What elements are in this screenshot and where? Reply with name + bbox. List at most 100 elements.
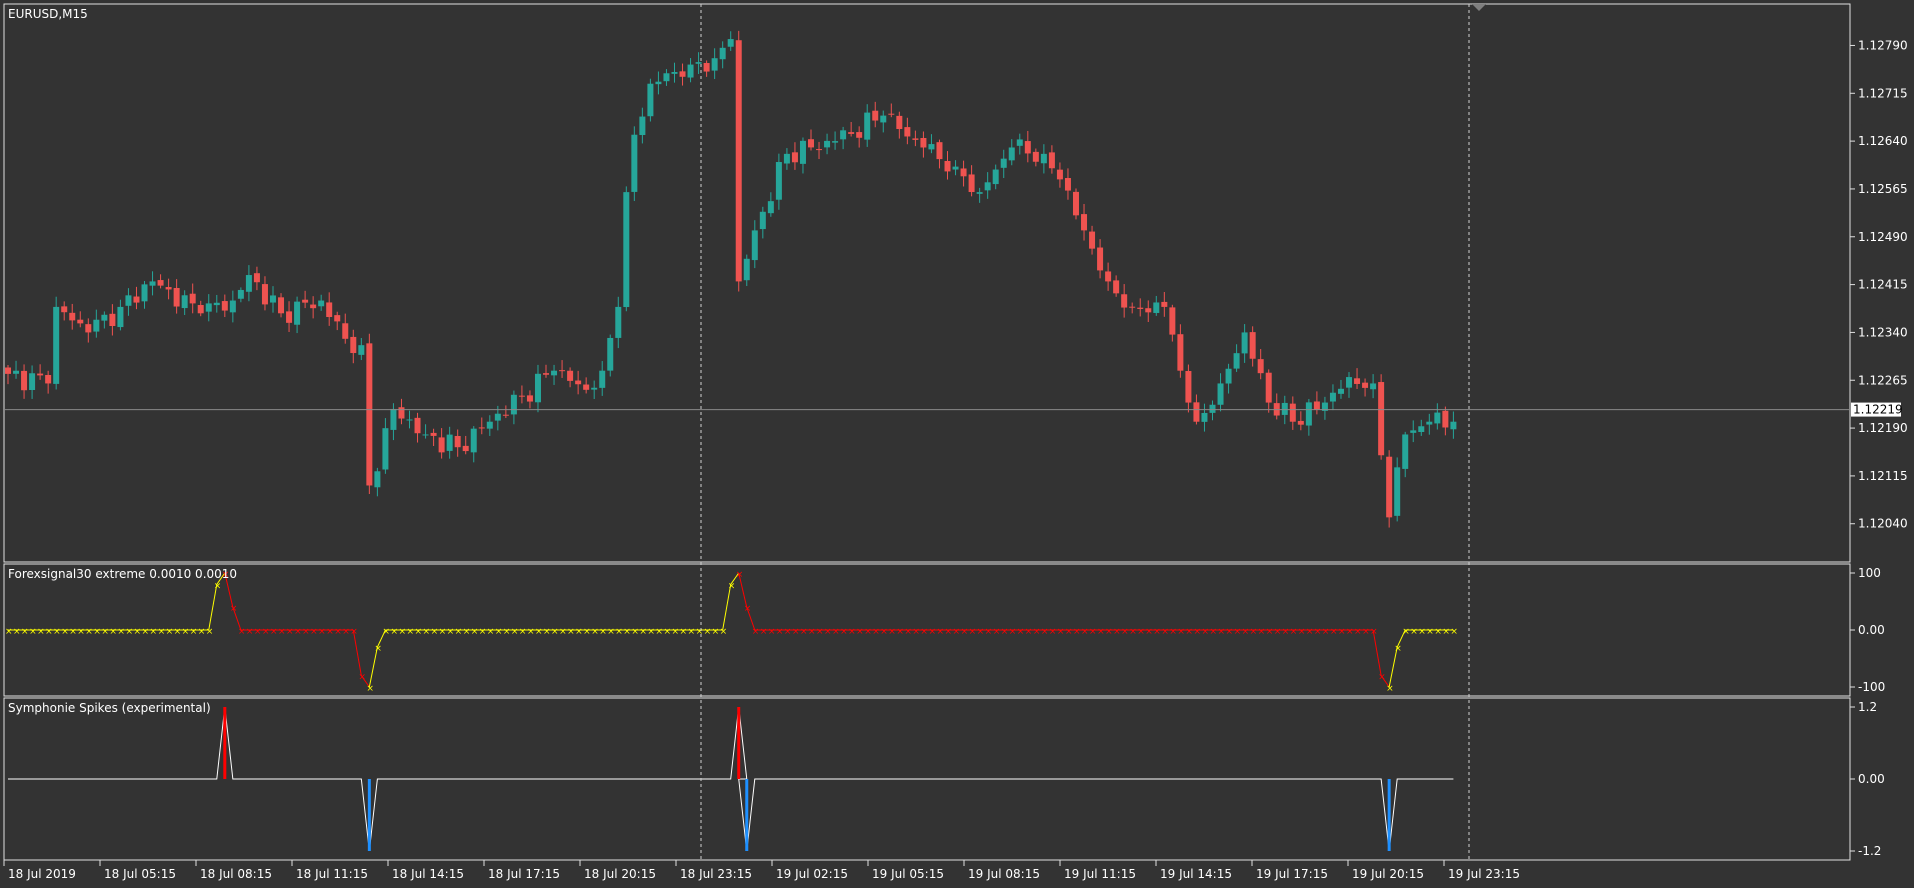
signal-point: × [655, 627, 663, 637]
signal-point: × [1065, 627, 1073, 637]
signal-point: × [920, 627, 928, 637]
candle-body [101, 314, 108, 321]
candle-body [1137, 307, 1144, 309]
candle-body [326, 302, 333, 318]
chart-background [0, 0, 1914, 888]
candle-body [1313, 401, 1320, 410]
signal-point: × [1121, 627, 1129, 637]
signal-point: × [784, 627, 792, 637]
candle-body [237, 289, 244, 299]
signal-point: × [511, 627, 519, 637]
price-tick-label: 1.12340 [1858, 325, 1908, 339]
indicator2-label: Symphonie Spikes (experimental) [8, 701, 211, 715]
candle-body [278, 297, 285, 314]
trading-chart[interactable]: × × × × × × × × × × × × × × × × × × × × × × × × × × × × × × × × × × × × × × × ×… [0, 0, 1914, 888]
signal-point: × [904, 627, 912, 637]
signal-point: × [1426, 627, 1434, 637]
candle-body [832, 141, 839, 143]
signal-point: × [61, 627, 69, 637]
candle-body [856, 132, 863, 138]
signal-point: × [985, 627, 993, 637]
signal-point: × [1145, 627, 1153, 637]
candle-body [286, 311, 293, 323]
signal-point: × [334, 627, 342, 637]
candle-body [1354, 378, 1361, 384]
signal-point: × [270, 627, 278, 637]
signal-point: × [150, 627, 158, 637]
signal-point: × [190, 627, 198, 637]
signal-point: × [326, 627, 334, 637]
signal-point: × [936, 627, 944, 637]
candle-body [992, 169, 999, 185]
candle-body [366, 343, 373, 486]
candle-body [543, 373, 550, 375]
candle-body [1402, 434, 1409, 469]
candle-body [583, 384, 590, 390]
signal-point: × [832, 627, 840, 637]
signal-point: × [1290, 627, 1298, 637]
candle-body [1217, 383, 1224, 405]
signal-point: × [1450, 627, 1458, 637]
signal-point: × [206, 627, 214, 637]
signal-point: × [680, 627, 688, 637]
candle-body [727, 39, 734, 47]
signal-point: × [880, 627, 888, 637]
signal-point: × [583, 627, 591, 637]
candle-body [663, 73, 670, 82]
candle-body [1161, 301, 1168, 307]
signal-point: × [358, 673, 366, 683]
price-tick-label: 1.12490 [1858, 230, 1908, 244]
candle-body [342, 323, 349, 339]
candle-body [928, 144, 935, 150]
candle-body [61, 306, 68, 313]
candle-body [904, 127, 911, 137]
chart-canvas[interactable]: × × × × × × × × × × × × × × × × × × × × × × × × × ××××× × × × × × × × × × ×… [0, 0, 1914, 888]
candle-body [1177, 334, 1184, 371]
price-tick-label: 1.12190 [1858, 421, 1908, 435]
candle-body [912, 138, 919, 140]
candle [647, 78, 654, 122]
candle-body [398, 407, 405, 419]
candle-body [1113, 280, 1120, 294]
candle-body [1064, 178, 1071, 191]
signal-point: × [1394, 644, 1402, 654]
signal-point: × [1370, 627, 1378, 637]
signal-point: × [961, 627, 969, 637]
candle-body [526, 395, 533, 402]
candle-body [213, 302, 220, 306]
candle-body [29, 373, 36, 390]
signal-point: × [1402, 627, 1410, 637]
candle-body [1249, 332, 1256, 359]
signal-point: × [5, 627, 13, 637]
signal-point: × [808, 627, 816, 637]
candle-body [952, 166, 959, 170]
candle-body [824, 140, 831, 148]
candle-body [149, 281, 156, 286]
indicator1-tick-label: 100 [1858, 566, 1881, 580]
signal-point: × [1442, 627, 1450, 637]
signal-point: × [1033, 627, 1041, 637]
candle-body [253, 273, 260, 283]
signal-point: × [800, 627, 808, 637]
candle-body [1129, 306, 1136, 308]
candle-body [968, 174, 975, 193]
candle-body [575, 380, 582, 385]
candle-body [117, 306, 124, 328]
signal-point: × [423, 627, 431, 637]
price-tick-label: 1.12640 [1858, 134, 1908, 148]
candle-body [631, 134, 638, 192]
candle-body [767, 201, 774, 214]
signal-point: × [286, 627, 294, 637]
signal-point: × [607, 627, 615, 637]
candle-body [430, 432, 437, 436]
candle [1072, 188, 1079, 220]
signal-point: × [969, 627, 977, 637]
signal-point: × [69, 627, 77, 637]
signal-point: × [1097, 627, 1105, 637]
signal-point: × [158, 627, 166, 637]
signal-point: × [318, 627, 326, 637]
signal-point: × [1193, 627, 1201, 637]
signal-point: × [310, 627, 318, 637]
candle-body [1008, 147, 1015, 161]
signal-point: × [1242, 627, 1250, 637]
